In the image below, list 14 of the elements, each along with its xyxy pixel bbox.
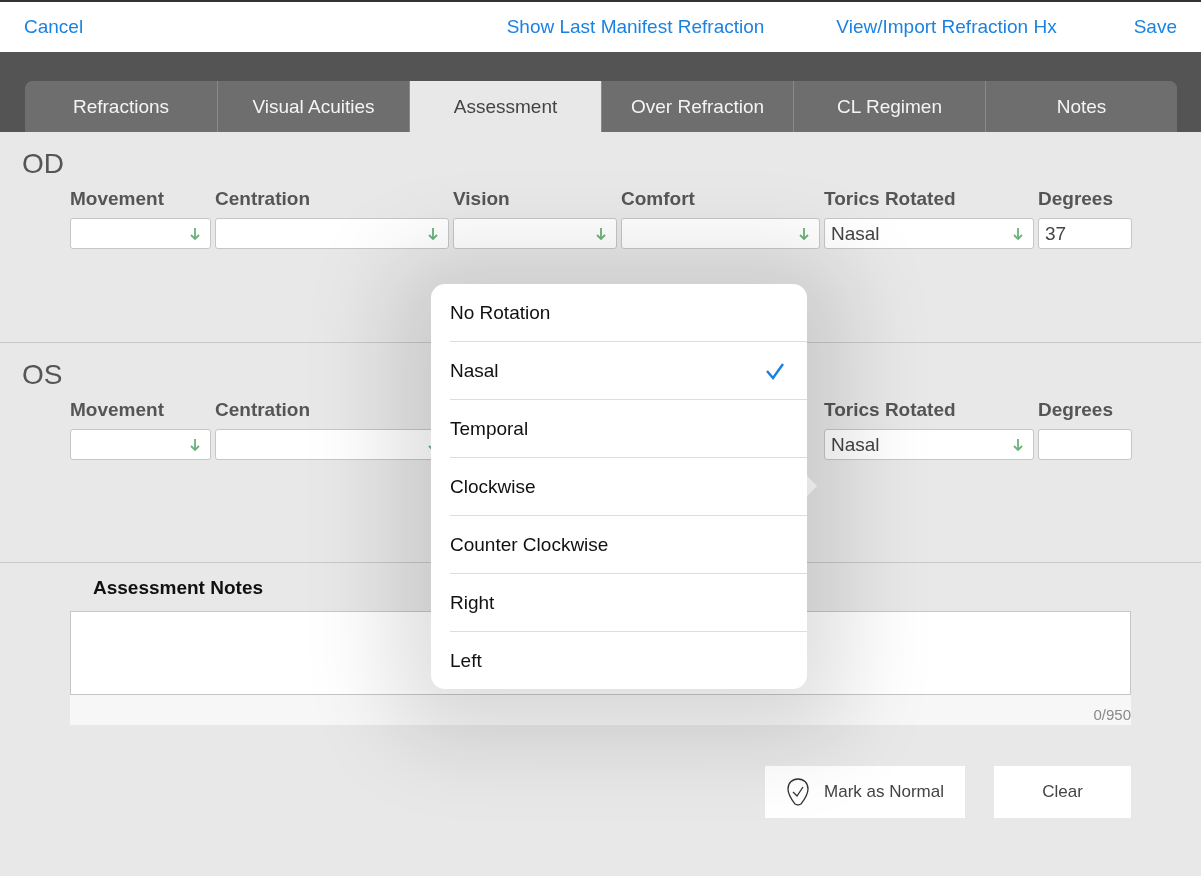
field-label: Vision bbox=[453, 188, 510, 211]
field-label: Comfort bbox=[621, 188, 695, 211]
field-label: Degrees bbox=[1038, 188, 1113, 211]
field-label: Torics Rotated bbox=[824, 188, 956, 211]
notes-label: Assessment Notes bbox=[93, 577, 264, 599]
eye-heading: OD bbox=[22, 148, 64, 180]
field-label: Movement bbox=[70, 399, 164, 422]
field-label: Torics Rotated bbox=[824, 399, 956, 422]
field-label: Degrees bbox=[1038, 399, 1113, 422]
field-label: Centration bbox=[215, 399, 310, 422]
field-label: Movement bbox=[70, 188, 164, 211]
eye-heading: OS bbox=[22, 359, 63, 391]
character-counter: 0/950 bbox=[1093, 706, 1131, 725]
field-label: Centration bbox=[215, 188, 310, 211]
